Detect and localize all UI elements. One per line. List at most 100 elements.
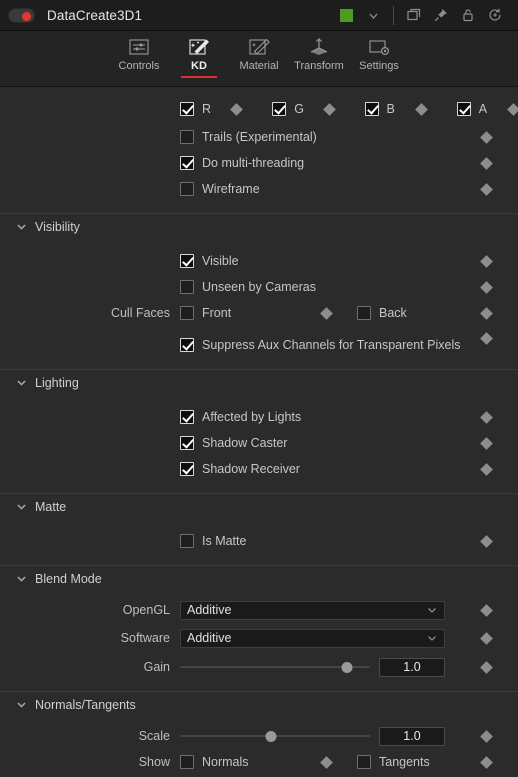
keyframe-diamond-affected[interactable] xyxy=(480,410,493,424)
visible-label: Visible xyxy=(202,254,239,268)
tab-controls[interactable]: Controls xyxy=(109,35,169,78)
affected-by-lights-checkbox[interactable] xyxy=(180,410,194,424)
channel-checkbox-r[interactable] xyxy=(180,102,194,116)
keyframe-diamond-cull-front[interactable] xyxy=(320,306,333,320)
visibility-row-unseen: Unseen by Cameras xyxy=(0,274,518,300)
channel-row: R G B A xyxy=(0,96,518,122)
affected-by-lights-label: Affected by Lights xyxy=(202,410,302,424)
wireframe-checkbox[interactable] xyxy=(180,182,194,196)
toolbar-divider xyxy=(393,5,394,25)
gain-slider[interactable] xyxy=(180,658,370,677)
opengl-blend-dropdown[interactable]: Additive xyxy=(180,600,445,620)
multithreading-checkbox[interactable] xyxy=(180,156,194,170)
keyframe-diamond-scale[interactable] xyxy=(480,729,493,743)
wireframe-label: Wireframe xyxy=(202,182,260,196)
keyframe-diamond-wireframe[interactable] xyxy=(480,182,493,196)
scale-slider[interactable] xyxy=(180,727,370,746)
cull-back-checkbox[interactable] xyxy=(357,306,371,320)
shadow-receiver-checkbox[interactable] xyxy=(180,462,194,476)
keyframe-diamond-g[interactable] xyxy=(322,102,336,116)
node-enable-toggle[interactable] xyxy=(8,7,35,23)
normals-row-scale: Scale 1.0 xyxy=(0,723,518,749)
node-color-swatch[interactable] xyxy=(333,2,360,29)
normals-row-show: Show Normals Tangents xyxy=(0,749,518,775)
gain-value-field[interactable]: 1.0 xyxy=(379,657,445,677)
unseen-by-cameras-label: Unseen by Cameras xyxy=(202,280,316,294)
show-tangents-checkbox[interactable] xyxy=(357,755,371,769)
matte-row-is-matte: Is Matte xyxy=(0,528,518,554)
keyframe-diamond-tangents[interactable] xyxy=(480,755,493,769)
keyframe-diamond-caster[interactable] xyxy=(480,436,493,450)
keyframe-diamond-software[interactable] xyxy=(480,631,493,645)
duplicate-icon[interactable] xyxy=(400,2,427,29)
axis-icon xyxy=(306,35,332,57)
slider-knob[interactable] xyxy=(341,661,353,673)
keyframe-diamond-b[interactable] xyxy=(414,102,428,116)
cull-front-checkbox[interactable] xyxy=(180,306,194,320)
software-blend-dropdown[interactable]: Additive xyxy=(180,628,445,648)
keyframe-diamond-visible[interactable] xyxy=(480,254,493,268)
chevron-down-icon xyxy=(426,604,438,616)
section-header-lighting[interactable]: Lighting xyxy=(0,369,518,395)
channel-checkbox-g[interactable] xyxy=(272,102,287,116)
titlebar-actions xyxy=(333,2,508,29)
reset-icon[interactable] xyxy=(481,2,508,29)
channel-label-b: B xyxy=(386,102,395,116)
keyframe-diamond-cull-back[interactable] xyxy=(480,306,493,320)
keyframe-diamond-suppress[interactable] xyxy=(480,332,493,345)
keyframe-diamond-r[interactable] xyxy=(230,102,244,116)
is-matte-checkbox[interactable] xyxy=(180,534,194,548)
channel-label-r: R xyxy=(202,102,212,116)
keyframe-diamond-receiver[interactable] xyxy=(480,462,493,476)
lock-icon[interactable] xyxy=(454,2,481,29)
lighting-row-receiver: Shadow Receiver xyxy=(0,456,518,482)
scale-value-field[interactable]: 1.0 xyxy=(379,726,445,746)
visible-checkbox[interactable] xyxy=(180,254,194,268)
tab-settings[interactable]: Settings xyxy=(349,35,409,78)
software-label: Software xyxy=(120,631,170,645)
channel-checkbox-b[interactable] xyxy=(364,102,379,116)
suppress-aux-checkbox[interactable] xyxy=(180,338,194,352)
cull-back-label: Back xyxy=(379,306,407,320)
magic-wand-icon xyxy=(186,35,212,57)
scale-label: Scale xyxy=(138,729,170,743)
lighting-row-affected: Affected by Lights xyxy=(0,404,518,430)
channel-checkbox-a[interactable] xyxy=(456,102,471,116)
gain-label: Gain xyxy=(143,660,170,674)
section-header-normals-tangents[interactable]: Normals/Tangents xyxy=(0,691,518,717)
cull-faces-label: Cull Faces xyxy=(110,306,170,320)
keyframe-diamond-gain[interactable] xyxy=(480,660,493,674)
tab-material[interactable]: Material xyxy=(229,35,289,78)
inspector-panel: R G B A Trails (Experimental) Do multi-t… xyxy=(0,87,518,777)
unseen-by-cameras-checkbox[interactable] xyxy=(180,280,194,294)
keyframe-diamond-multithreading[interactable] xyxy=(480,156,493,170)
tab-kd[interactable]: KD xyxy=(169,35,229,78)
keyframe-diamond-trails[interactable] xyxy=(480,130,493,144)
software-blend-value: Additive xyxy=(187,631,232,645)
keyframe-diamond-opengl[interactable] xyxy=(480,603,493,617)
trails-checkbox[interactable] xyxy=(180,130,194,144)
keyframe-diamond-normals[interactable] xyxy=(320,755,333,769)
suppress-aux-label: Suppress Aux Channels for Transparent Pi… xyxy=(202,338,461,352)
keyframe-diamond-unseen[interactable] xyxy=(480,280,493,294)
cull-front-label: Front xyxy=(202,306,232,320)
shadow-receiver-label: Shadow Receiver xyxy=(202,462,300,476)
section-header-blend-mode[interactable]: Blend Mode xyxy=(0,565,518,591)
chevron-down-icon xyxy=(16,501,27,512)
tab-label: KD xyxy=(191,60,207,72)
multithreading-label: Do multi-threading xyxy=(202,156,305,170)
tab-transform[interactable]: Transform xyxy=(289,35,349,78)
chevron-down-icon[interactable] xyxy=(360,2,387,29)
section-header-matte[interactable]: Matte xyxy=(0,493,518,519)
pin-icon[interactable] xyxy=(427,2,454,29)
channel-label-a: A xyxy=(478,102,488,116)
slider-knob[interactable] xyxy=(265,730,277,742)
shadow-caster-checkbox[interactable] xyxy=(180,436,194,450)
show-normals-checkbox[interactable] xyxy=(180,755,194,769)
keyframe-diamond-is-matte[interactable] xyxy=(480,534,493,548)
blend-row-gain: Gain 1.0 xyxy=(0,654,518,680)
tab-label: Settings xyxy=(359,60,399,72)
show-normals-label: Normals xyxy=(202,755,249,769)
section-header-visibility[interactable]: Visibility xyxy=(0,213,518,239)
option-row-trails: Trails (Experimental) xyxy=(0,124,518,150)
